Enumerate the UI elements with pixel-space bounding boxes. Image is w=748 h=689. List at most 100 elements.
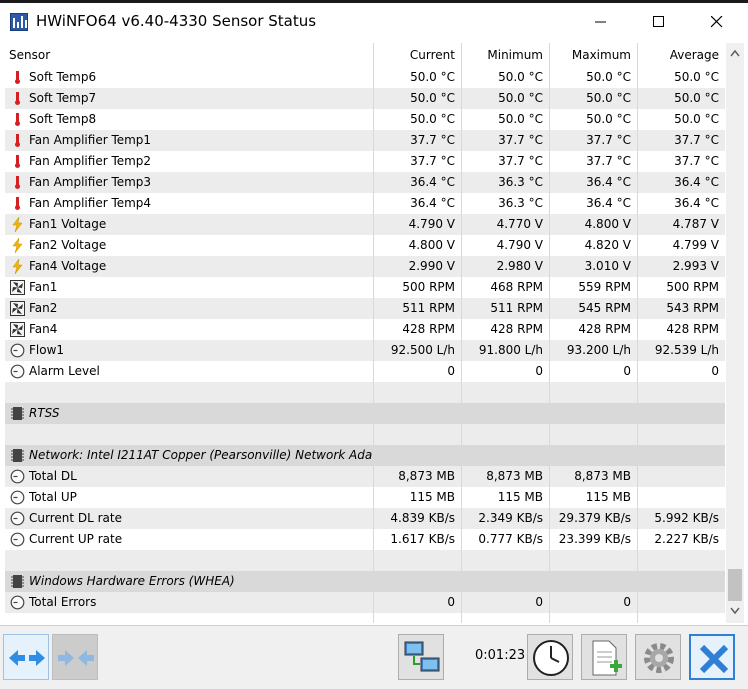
- current-value: 36.4 °C: [373, 172, 461, 193]
- collapse-button[interactable]: [52, 634, 98, 680]
- sensor-name: Alarm Level: [29, 364, 100, 378]
- maximum-value: 93.200 L/h: [549, 340, 637, 361]
- average-value: 428 RPM: [637, 319, 725, 340]
- maximum-value: 23.399 KB/s: [549, 529, 637, 550]
- current-value: 4.800 V: [373, 235, 461, 256]
- table-row[interactable]: Fan1 500 RPM 468 RPM 559 RPM 500 RPM: [5, 277, 725, 298]
- scrollbar-thumb[interactable]: [728, 569, 742, 601]
- minimum-value: [461, 424, 549, 445]
- table-row[interactable]: Fan2 511 RPM 511 RPM 545 RPM 543 RPM: [5, 298, 725, 319]
- sensor-name: Fan4: [29, 322, 58, 336]
- minimum-value: [461, 403, 549, 424]
- sensor-table[interactable]: Sensor Current Minimum Maximum Average S…: [5, 43, 725, 623]
- average-value: 92.539 L/h: [637, 340, 725, 361]
- thermometer-icon: [15, 113, 20, 126]
- table-row[interactable]: Fan4 428 RPM 428 RPM 428 RPM 428 RPM: [5, 319, 725, 340]
- close-sensors-button[interactable]: [689, 634, 735, 680]
- logging-button[interactable]: [581, 634, 627, 680]
- maximize-button[interactable]: [636, 3, 682, 41]
- app-icon: [10, 13, 28, 31]
- average-value: [637, 466, 725, 487]
- current-value: 2.990 V: [373, 256, 461, 277]
- maximum-value: 4.800 V: [549, 214, 637, 235]
- table-row[interactable]: Total Errors 0 0 0: [5, 592, 725, 613]
- table-row[interactable]: Fan1 Voltage 4.790 V 4.770 V 4.800 V 4.787 V: [5, 214, 725, 235]
- group-header-row[interactable]: RTSS: [5, 403, 725, 424]
- average-value: [637, 613, 725, 623]
- sensor-name: Soft Temp8: [29, 112, 97, 126]
- table-row[interactable]: Fan Amplifier Temp1 37.7 °C 37.7 °C 37.7 °C…: [5, 130, 725, 151]
- current-value: 511 RPM: [373, 298, 461, 319]
- column-header-current[interactable]: Current: [373, 43, 461, 67]
- table-row[interactable]: Current DL rate 4.839 KB/s 2.349 KB/s 29.37…: [5, 508, 725, 529]
- minimum-value: 50.0 °C: [461, 67, 549, 88]
- lightning-icon: [12, 259, 23, 274]
- double-arrow-icon: [9, 650, 45, 666]
- add-document-icon: [592, 640, 622, 676]
- minimize-button[interactable]: [578, 3, 624, 41]
- maximum-value: 0: [549, 361, 637, 382]
- network-button[interactable]: [398, 634, 444, 680]
- maximum-value: 4.820 V: [549, 235, 637, 256]
- gauge-icon: [10, 469, 25, 484]
- maximum-value: 115 MB: [549, 487, 637, 508]
- table-row[interactable]: Fan Amplifier Temp2 37.7 °C 37.7 °C 37.7 °C…: [5, 151, 725, 172]
- maximum-value: 50.0 °C: [549, 88, 637, 109]
- sensor-name: RTSS: [29, 406, 60, 420]
- chip-icon: [11, 575, 24, 588]
- table-row[interactable]: Fan2 Voltage 4.800 V 4.790 V 4.820 V 4.799 V: [5, 235, 725, 256]
- table-row[interactable]: Flow1 92.500 L/h 91.800 L/h 93.200 L/h 92.53…: [5, 340, 725, 361]
- settings-button[interactable]: [635, 634, 681, 680]
- reset-timer-button[interactable]: [527, 634, 573, 680]
- table-row[interactable]: Fan Amplifier Temp3 36.4 °C 36.3 °C 36.4 °C…: [5, 172, 725, 193]
- column-header-sensor[interactable]: Sensor: [5, 43, 373, 67]
- title-bar[interactable]: HWiNFO64 v6.40-4330 Sensor Status: [0, 3, 748, 41]
- table-row[interactable]: Total UP 115 MB 115 MB 115 MB: [5, 487, 725, 508]
- sensor-name: Total DL: [29, 469, 77, 483]
- minimum-value: 36.3 °C: [461, 193, 549, 214]
- current-value: 1.617 KB/s: [373, 529, 461, 550]
- current-value: [373, 445, 461, 466]
- table-row[interactable]: Soft Temp8 50.0 °C 50.0 °C 50.0 °C 50.0 °C: [5, 109, 725, 130]
- thermometer-icon: [15, 71, 20, 84]
- maximum-value: 37.7 °C: [549, 151, 637, 172]
- clock-icon: [533, 640, 569, 676]
- vertical-scrollbar[interactable]: [726, 43, 744, 623]
- table-row[interactable]: Current UP rate 1.617 KB/s 0.777 KB/s 23.39…: [5, 529, 725, 550]
- bottom-toolbar: 0:01:23: [0, 625, 748, 689]
- expand-collapse-button[interactable]: [3, 634, 49, 680]
- current-value: [373, 571, 461, 592]
- minimum-value: 468 RPM: [461, 277, 549, 298]
- table-row: [5, 550, 725, 571]
- table-row[interactable]: Fan Amplifier Temp4 36.4 °C 36.3 °C 36.4 °C…: [5, 193, 725, 214]
- current-value: 500 RPM: [373, 277, 461, 298]
- average-value: 2.993 V: [637, 256, 725, 277]
- average-value: 50.0 °C: [637, 109, 725, 130]
- table-row[interactable]: Soft Temp7 50.0 °C 50.0 °C 50.0 °C 50.0 °C: [5, 88, 725, 109]
- sensor-name: Soft Temp6: [29, 70, 97, 84]
- current-value: [373, 550, 461, 571]
- sensor-name: Fan1: [29, 280, 58, 294]
- column-header-maximum[interactable]: Maximum: [549, 43, 637, 67]
- column-header-minimum[interactable]: Minimum: [461, 43, 549, 67]
- current-value: 50.0 °C: [373, 88, 461, 109]
- fan-icon: [10, 280, 25, 295]
- average-value: [637, 550, 725, 571]
- table-row[interactable]: Fan4 Voltage 2.990 V 2.980 V 3.010 V 2.993 V: [5, 256, 725, 277]
- gauge-icon: [10, 511, 25, 526]
- column-header-average[interactable]: Average: [637, 43, 725, 67]
- sensor-name: Flow1: [29, 343, 65, 357]
- group-header-row[interactable]: Windows Hardware Errors (WHEA): [5, 571, 725, 592]
- current-value: [373, 424, 461, 445]
- maximum-value: [549, 550, 637, 571]
- thermometer-icon: [15, 92, 20, 105]
- minimum-value: 428 RPM: [461, 319, 549, 340]
- table-row[interactable]: Alarm Level 0 0 0 0: [5, 361, 725, 382]
- minimum-value: 36.3 °C: [461, 172, 549, 193]
- table-row[interactable]: Total DL 8,873 MB 8,873 MB 8,873 MB: [5, 466, 725, 487]
- close-window-button[interactable]: [694, 3, 740, 41]
- minimum-value: 91.800 L/h: [461, 340, 549, 361]
- sensor-name: Fan Amplifier Temp2: [29, 154, 152, 168]
- table-row[interactable]: Soft Temp6 50.0 °C 50.0 °C 50.0 °C 50.0 °C: [5, 67, 725, 88]
- group-header-row[interactable]: Network: Intel I211AT Copper (Pearsonvil…: [5, 445, 725, 466]
